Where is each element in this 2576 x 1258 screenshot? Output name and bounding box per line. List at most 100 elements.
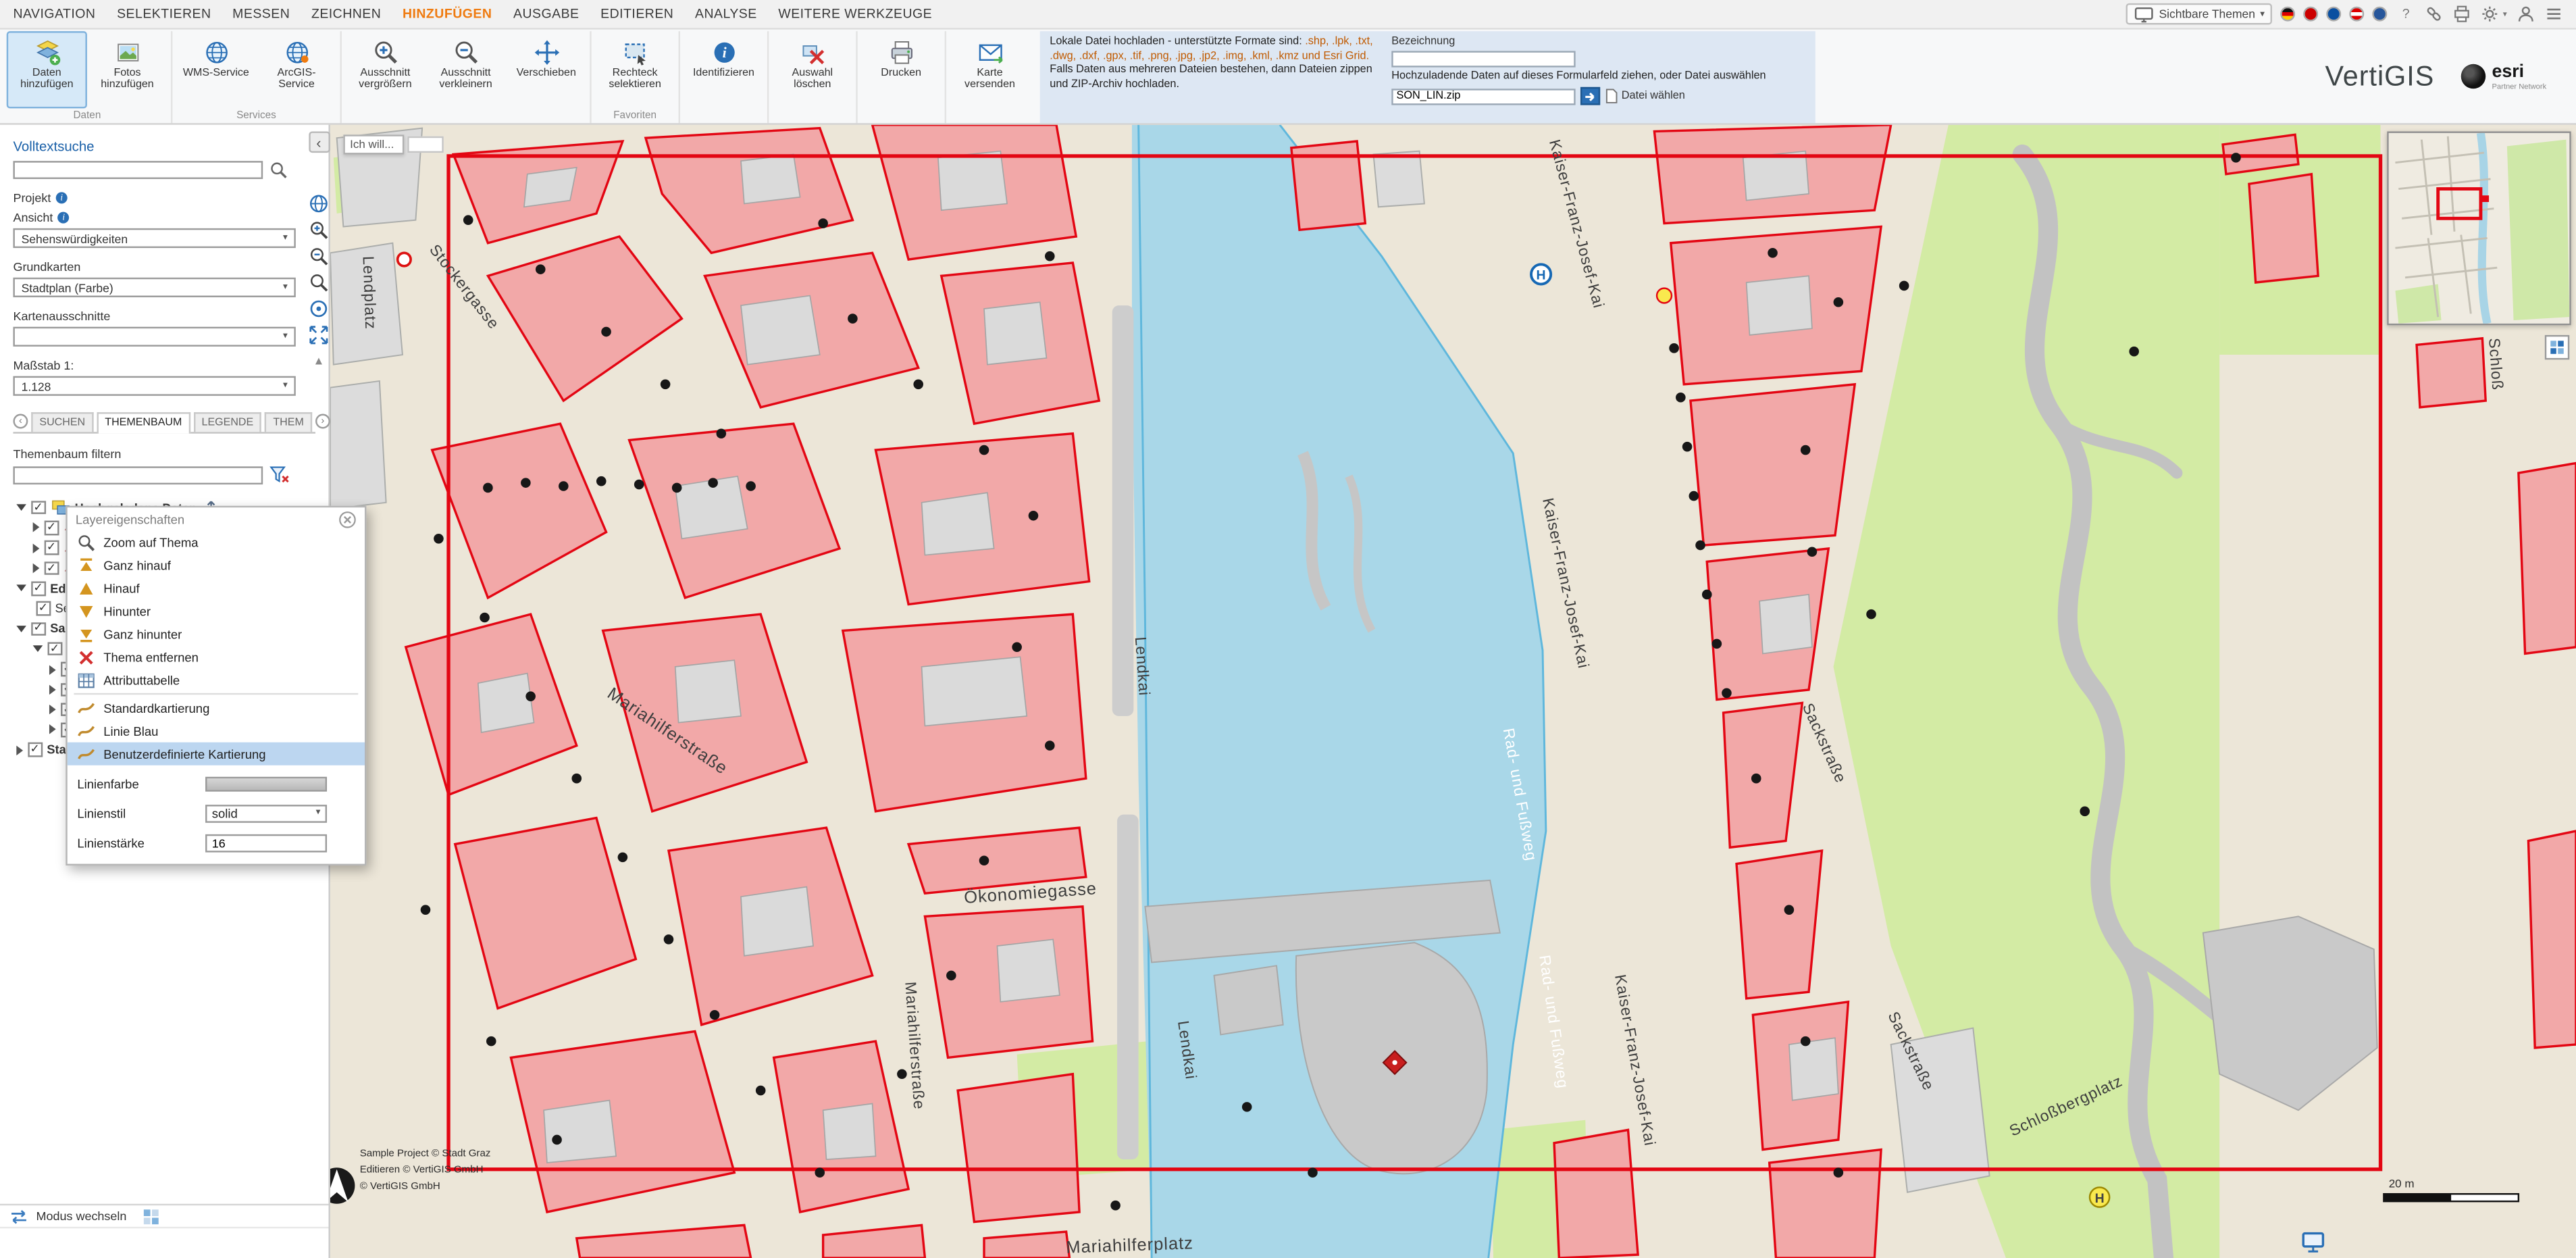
tab-suchen[interactable]: SUCHEN xyxy=(31,412,93,432)
map-extents-select[interactable]: ▾ xyxy=(13,327,295,347)
basemap-select[interactable]: Stadtplan (Farbe)▾ xyxy=(13,278,295,297)
menu-tab-navigation[interactable]: NAVIGATION xyxy=(13,7,95,22)
fulltext-search-input[interactable] xyxy=(13,161,263,179)
zoom-out-extent-button[interactable]: Ausschnitt verkleinern xyxy=(426,31,506,108)
add-photos-button[interactable]: Fotos hinzufügen xyxy=(87,31,168,108)
info-icon[interactable]: i xyxy=(56,192,68,203)
upload-file-name-input[interactable] xyxy=(1391,89,1575,105)
arcgis-service-button[interactable]: ArcGIS-Service xyxy=(256,31,336,108)
menu-tab-editieren[interactable]: EDITIEREN xyxy=(600,7,673,22)
checkbox[interactable]: ✓ xyxy=(31,622,45,636)
expander-closed-icon[interactable] xyxy=(33,543,40,553)
full-extent-button[interactable] xyxy=(308,324,330,345)
hamburger-menu-icon[interactable] xyxy=(2543,4,2562,24)
tab-themen[interactable]: THEM xyxy=(265,412,312,432)
clear-selection-button[interactable]: Auswahl löschen xyxy=(772,31,852,108)
expander-open-icon[interactable] xyxy=(33,646,43,653)
grid-mode-icon[interactable] xyxy=(143,1208,159,1224)
menu-tab-hinzufuegen[interactable]: HINZUFÜGEN xyxy=(403,7,492,22)
menu-item-move-to-top[interactable]: Ganz hinauf xyxy=(68,553,365,576)
checkbox[interactable]: ✓ xyxy=(45,521,59,535)
collapse-sidebar-button[interactable]: ‹ xyxy=(308,131,330,153)
expander-closed-icon[interactable] xyxy=(49,684,56,695)
expander-closed-icon[interactable] xyxy=(49,664,56,674)
upload-submit-button[interactable] xyxy=(1580,88,1600,106)
overview-globe-button[interactable] xyxy=(308,192,330,213)
zoom-out-button[interactable] xyxy=(308,245,330,266)
menu-tab-analyse[interactable]: ANALYSE xyxy=(695,7,757,22)
settings-gear-icon[interactable] xyxy=(2480,4,2500,24)
flag-red-icon[interactable] xyxy=(2304,7,2319,22)
search-icon[interactable] xyxy=(269,161,288,179)
tab-themenbaum[interactable]: THEMENBAUM xyxy=(97,412,190,434)
flag-de-icon[interactable] xyxy=(2281,7,2296,22)
menu-tab-zeichnen[interactable]: ZEICHNEN xyxy=(311,7,381,22)
expander-closed-icon[interactable] xyxy=(49,705,56,715)
checkbox[interactable]: ✓ xyxy=(45,541,59,555)
filter-clear-icon[interactable] xyxy=(269,465,289,484)
center-map-button[interactable] xyxy=(308,297,330,319)
menu-tab-weitere-werkzeuge[interactable]: WEITERE WERKZEUGE xyxy=(778,7,932,22)
menu-tab-messen[interactable]: MESSEN xyxy=(232,7,290,22)
menu-item-remove-layer[interactable]: Thema entfernen xyxy=(68,645,365,668)
close-icon[interactable] xyxy=(338,510,357,528)
line-style-select[interactable]: solid ▾ xyxy=(205,804,327,822)
user-icon[interactable] xyxy=(2515,4,2535,24)
line-width-input[interactable] xyxy=(205,834,327,852)
pan-button[interactable]: Verschieben xyxy=(506,31,586,108)
view-select[interactable]: Sehenswürdigkeiten▾ xyxy=(13,228,295,248)
tab-legende[interactable]: LEGENDE xyxy=(193,412,261,432)
menu-item-move-down[interactable]: Hinunter xyxy=(68,599,365,622)
expander-closed-icon[interactable] xyxy=(33,563,40,574)
visible-themes-monitor-icon[interactable] xyxy=(2302,1232,2325,1258)
checkbox[interactable]: ✓ xyxy=(36,602,51,616)
menu-tab-ausgabe[interactable]: AUSGABE xyxy=(513,7,579,22)
checkbox[interactable]: ✓ xyxy=(48,642,62,656)
info-icon[interactable]: i xyxy=(58,212,70,224)
tabs-scroll-left-icon[interactable]: ‹ xyxy=(13,414,28,429)
expander-closed-icon[interactable] xyxy=(16,745,23,755)
toolbar-scroll-up-icon[interactable]: ▲ xyxy=(313,356,324,368)
line-color-swatch[interactable] xyxy=(205,776,327,791)
print-button[interactable]: Drucken xyxy=(861,31,942,108)
select-rectangle-button[interactable]: Rechteck selektieren xyxy=(595,31,675,108)
overview-map[interactable] xyxy=(2387,131,2571,325)
flag-eu-icon[interactable] xyxy=(2327,7,2342,22)
mode-switch-bar[interactable]: Modus wechseln xyxy=(0,1204,328,1228)
send-map-button[interactable]: Karte versenden xyxy=(950,31,1030,108)
menu-item-move-up[interactable]: Hinauf xyxy=(68,576,365,599)
help-icon[interactable]: ? xyxy=(2396,4,2416,24)
menu-item-zoom-to-layer[interactable]: Zoom auf Thema xyxy=(68,530,365,553)
zoom-in-extent-button[interactable]: Ausschnitt vergrößern xyxy=(345,31,426,108)
expander-closed-icon[interactable] xyxy=(33,523,40,533)
flag-blue-icon[interactable] xyxy=(2373,7,2388,22)
tabs-scroll-right-icon[interactable]: › xyxy=(315,414,330,429)
theme-filter-input[interactable] xyxy=(13,466,263,484)
bezeichnung-input[interactable] xyxy=(1391,51,1575,67)
identify-button[interactable]: i Identifizieren xyxy=(684,31,764,108)
checkbox[interactable]: ✓ xyxy=(45,561,59,576)
expander-open-icon[interactable] xyxy=(16,626,26,632)
visible-themes-dropdown[interactable]: Sichtbare Themen ▾ xyxy=(2126,3,2273,25)
zoom-window-button[interactable] xyxy=(308,271,330,293)
wms-service-button[interactable]: WMS-Service xyxy=(176,31,256,108)
expander-open-icon[interactable] xyxy=(16,505,26,511)
menu-item-default-mapping[interactable]: Standardkartierung xyxy=(68,697,365,720)
i-want-to-panel[interactable] xyxy=(407,136,444,153)
map-canvas[interactable]: H H Stockergasse Lendplatz Mariahilferst… xyxy=(330,125,2576,1258)
menu-tab-selektieren[interactable]: SELEKTIEREN xyxy=(117,7,211,22)
overview-toggle-button[interactable] xyxy=(2545,335,2569,359)
scale-select[interactable]: 1.128▾ xyxy=(13,376,295,396)
checkbox[interactable]: ✓ xyxy=(31,501,45,515)
checkbox[interactable]: ✓ xyxy=(28,743,42,757)
menu-item-attribute-table[interactable]: Attributtabelle xyxy=(68,668,365,691)
link-icon[interactable] xyxy=(2424,4,2444,24)
print-small-icon[interactable] xyxy=(2452,4,2471,24)
choose-file-button[interactable]: Datei wählen xyxy=(1605,89,1684,104)
flag-at-icon[interactable] xyxy=(2350,7,2365,22)
expander-closed-icon[interactable] xyxy=(49,725,56,735)
menu-item-move-to-bottom[interactable]: Ganz hinunter xyxy=(68,622,365,645)
menu-item-line-blue[interactable]: Linie Blau xyxy=(68,720,365,743)
zoom-in-button[interactable] xyxy=(308,218,330,240)
add-data-button[interactable]: Daten hinzufügen xyxy=(7,31,87,108)
